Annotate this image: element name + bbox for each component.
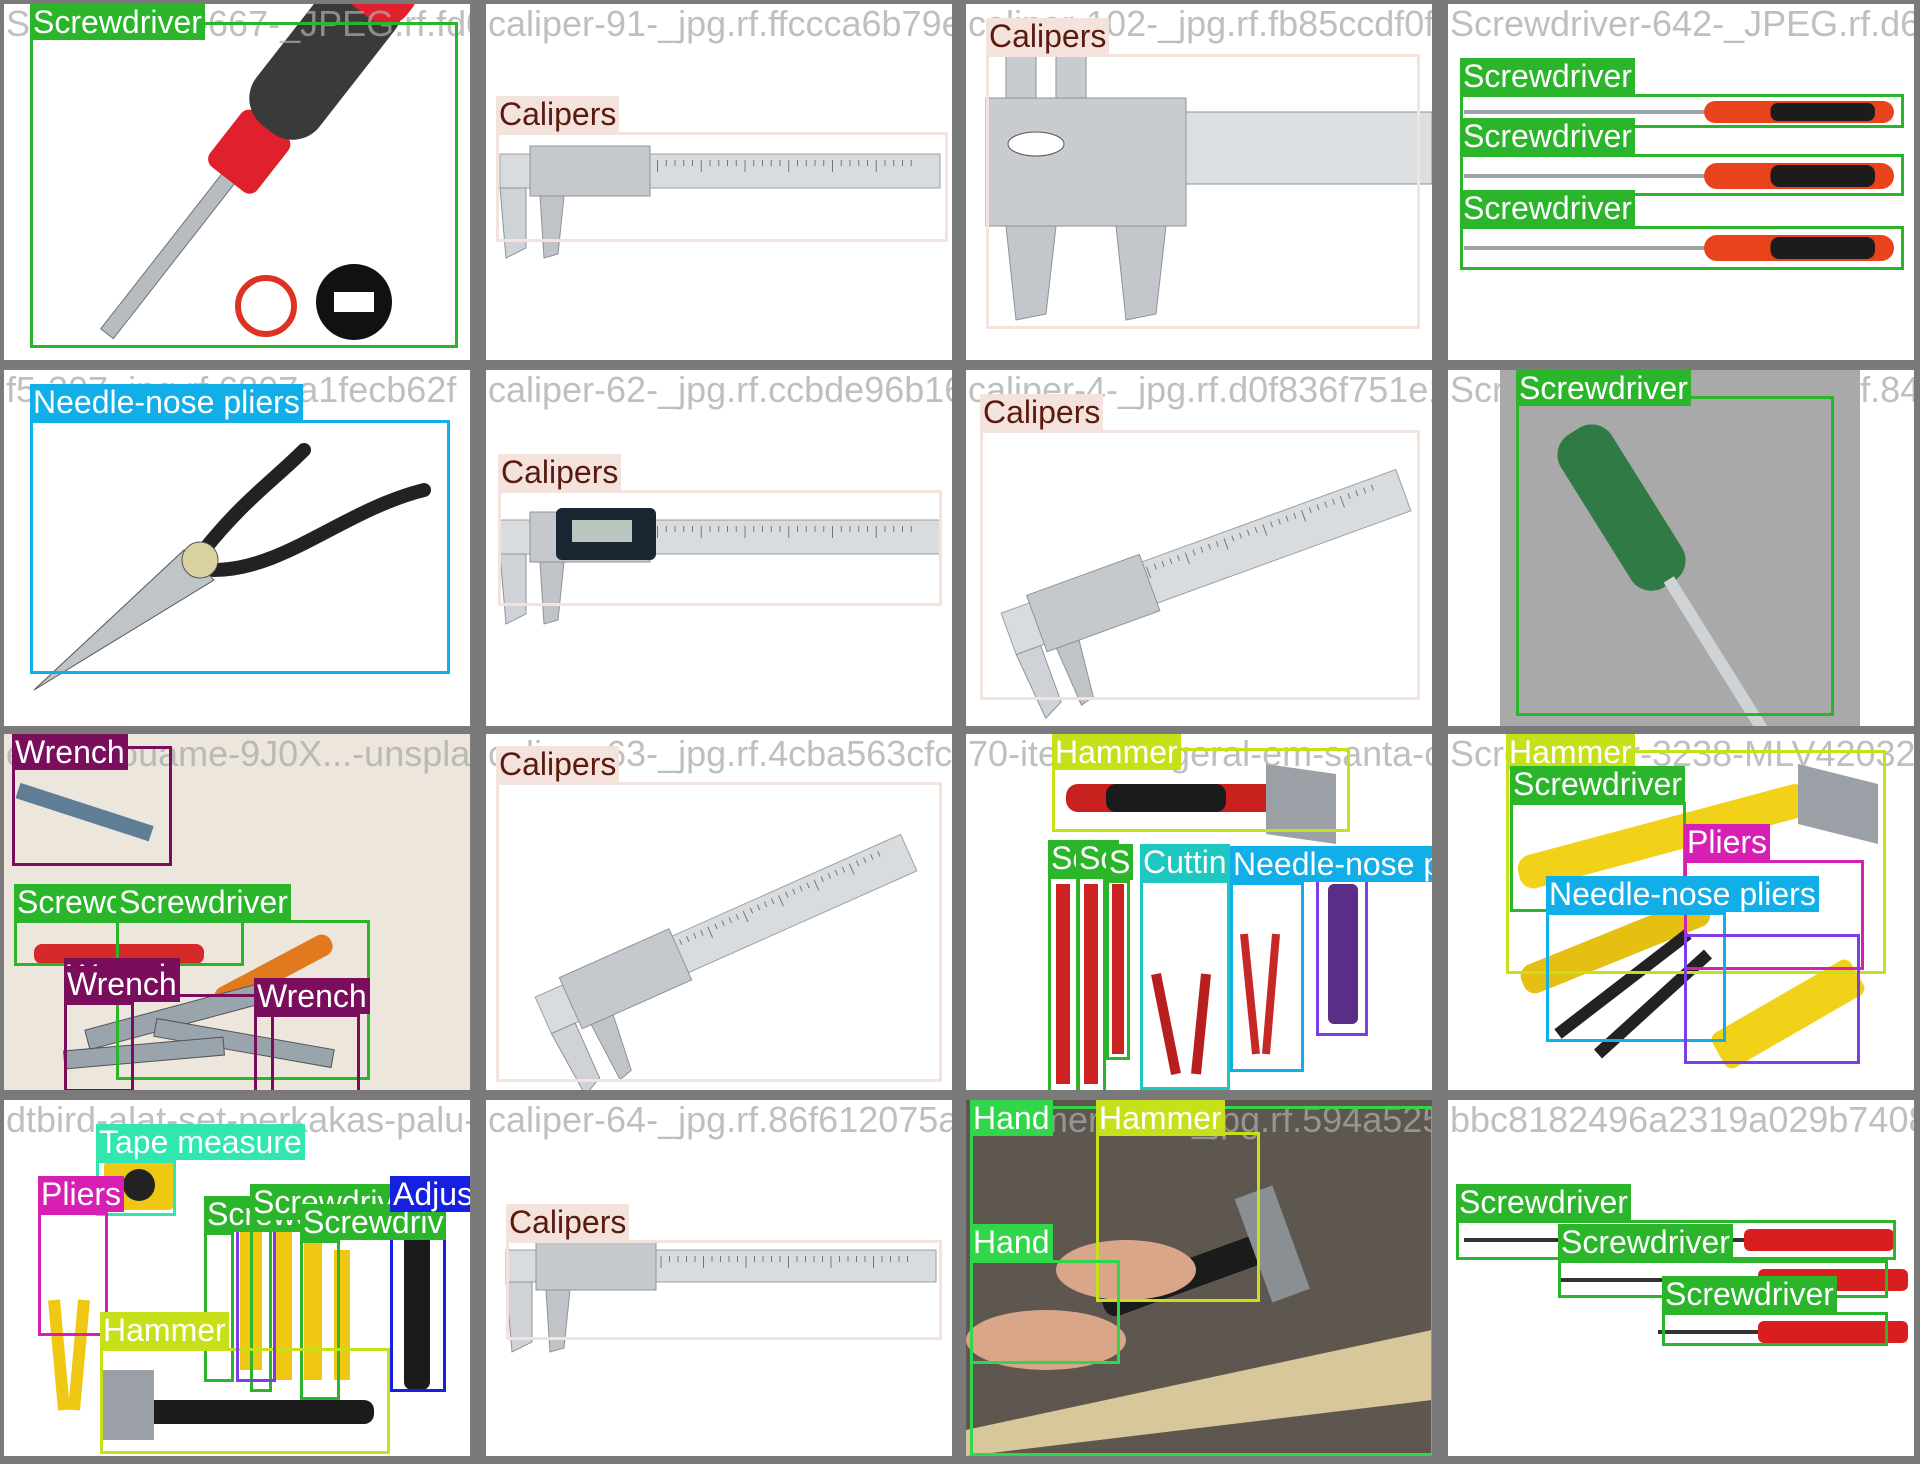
image-tile: caliper-91-_jpg.rf.ffccca6b79ee6cCaliper… [486, 4, 952, 360]
image-tile: caliper-63-_jpg.rf.4cba563cfc47f Calipers [486, 734, 952, 1090]
detection-label: Wrench [12, 734, 128, 770]
image-tile: elena-rouame-9J0X...-unsplash_jpg.rfWren… [4, 734, 470, 1090]
detection-box [1230, 882, 1304, 1072]
detection-box [64, 1002, 134, 1090]
detection-box [506, 1240, 942, 1340]
detection-label: Hammer [1506, 734, 1635, 770]
detection-label: Cuttin [1140, 844, 1230, 880]
detection-label: S [1106, 844, 1134, 880]
detection-box [254, 1014, 360, 1090]
detection-label: Pliers [1684, 824, 1771, 860]
detection-label: Wrench [254, 978, 370, 1014]
image-tile: 70-itens-em-geral-em-santa-cruzHammerScS… [966, 734, 1432, 1090]
image-tile: caliper-102-_jpg.rf.fb85ccdf0f224Caliper… [966, 4, 1432, 360]
detection-label: Tape measure [96, 1124, 305, 1160]
detection-label: Adjustable spanner [390, 1176, 470, 1212]
detection-label: Screwdriver [116, 884, 291, 920]
image-tile: dtbird-alat-set-perkakas-palu-tangTape m… [4, 1100, 470, 1456]
detection-box [30, 22, 458, 348]
image-tile: bbc8182496a2319a029b74084 Screwdriver Scre… [1448, 1100, 1914, 1456]
detection-box [1140, 880, 1230, 1090]
detection-box [970, 1260, 1120, 1364]
detection-box [38, 1212, 108, 1336]
detection-label: Hammer [1096, 1100, 1225, 1136]
detection-label: Screwdriver [1460, 118, 1635, 154]
image-tile: Screwdriver-625-_JPEG.rf.841bScrewdriver [1448, 370, 1914, 726]
detection-label: Screwdriver [1662, 1276, 1837, 1312]
detection-label: Screwdriver [1558, 1224, 1733, 1260]
detection-label: Pliers [38, 1176, 125, 1212]
image-tile: caliper-62-_jpg.rf.ccbde96b1620Calipers [486, 370, 952, 726]
detection-label: Screwdriver [1460, 58, 1635, 94]
detection-label: Calipers [506, 1204, 630, 1240]
detection-label: Screwc [14, 884, 125, 920]
image-tile: hammer-1505_jpg.rf.594a525dbf0d8HandHamm… [966, 1100, 1432, 1456]
image-tile: Screwdriver-642-_JPEG.rf.d6e6 Screwdriver… [1448, 4, 1914, 360]
detection-box [1516, 396, 1834, 716]
detection-label: Screwdriver [1460, 190, 1635, 226]
detection-label: Screwdriver [1456, 1184, 1631, 1220]
detection-box [1096, 1132, 1260, 1302]
detection-label: Needle-nose pliers [30, 384, 303, 420]
detection-box [980, 430, 1420, 700]
detection-box [498, 490, 942, 606]
detection-box [30, 420, 450, 674]
detection-label: Needle-nose pliers [1230, 846, 1432, 882]
detection-box [496, 782, 942, 1082]
detection-label: Wrench [64, 966, 180, 1002]
detection-label: Calipers [496, 746, 620, 782]
detection-box [1106, 880, 1130, 1060]
detection-box [1076, 876, 1106, 1090]
detection-label: Screwdriver [1516, 370, 1691, 406]
detection-box [1662, 1312, 1888, 1346]
detection-label: Hammer [100, 1312, 229, 1348]
detection-label: Calipers [496, 96, 620, 132]
detection-label: Needle-nose pliers [1546, 876, 1819, 912]
image-tile: f5-307_jpg.rf.6807a1fecb62fNeedle-nose p… [4, 370, 470, 726]
detection-mosaic: Screwdriver-667-_JPEG.rf.fd09c90cb679033… [0, 0, 1920, 1464]
detection-label: Calipers [498, 454, 622, 490]
detection-box [1316, 866, 1368, 1036]
detection-label: Calipers [980, 394, 1104, 430]
detection-label: Screwdriver [1510, 766, 1685, 802]
image-tile: caliper-4-_jpg.rf.d0f836f751e18 Calipers [966, 370, 1432, 726]
detection-label: Screwdriver [30, 4, 205, 40]
detection-box [496, 132, 948, 242]
detection-label: Calipers [986, 18, 1110, 54]
detection-box [1460, 226, 1904, 270]
detection-box [236, 1212, 276, 1382]
detection-label: Hammer [1052, 734, 1181, 770]
detection-box [1684, 934, 1860, 1064]
detection-label: Hand [970, 1224, 1053, 1260]
image-tile: caliper-64-_jpg.rf.86f612075a753Calipers [486, 1100, 952, 1456]
image-tile: Screwdriver-3238-MLV42032 Hammer Screwdriv… [1448, 734, 1914, 1090]
detection-box [986, 54, 1420, 329]
image-tile: Screwdriver-667-_JPEG.rf.fd09c90cb679033… [4, 4, 470, 360]
detection-label: Hand [970, 1100, 1053, 1136]
